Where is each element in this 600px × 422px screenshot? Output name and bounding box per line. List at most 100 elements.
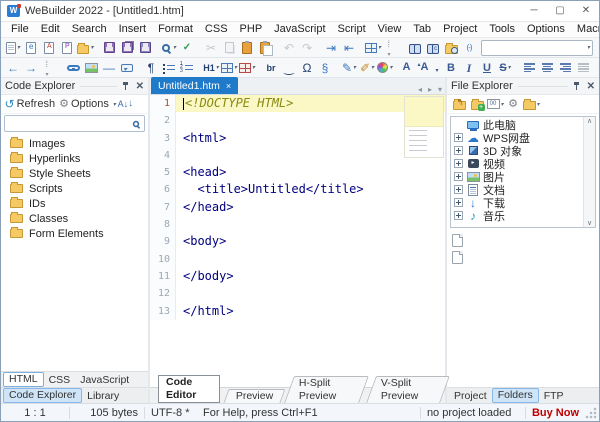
expand-icon[interactable] xyxy=(454,159,463,168)
tab-javascript[interactable]: JavaScript xyxy=(75,373,134,387)
minimize-button[interactable]: ─ xyxy=(521,1,547,21)
save-as-button[interactable] xyxy=(137,39,154,57)
outdent-button[interactable]: ⇤ xyxy=(341,39,358,57)
underline-button[interactable]: U xyxy=(479,59,496,77)
resize-grip[interactable] xyxy=(585,407,597,419)
tree-item[interactable]: 文档 xyxy=(451,183,583,196)
tree-scrollbar[interactable]: ∧ ∨ xyxy=(583,117,595,227)
tab-scroll-left-icon[interactable]: ◂ xyxy=(415,85,425,94)
expand-icon[interactable] xyxy=(454,172,463,181)
toolbar-overflow-1-button[interactable] xyxy=(383,39,400,57)
menu-item-tools[interactable]: Tools xyxy=(483,22,521,37)
document-tab[interactable]: Untitled1.htm × xyxy=(151,77,238,94)
tab-project[interactable]: Project xyxy=(449,389,492,403)
indent-button[interactable]: ⇥ xyxy=(323,39,340,57)
view-tab-v-split-preview[interactable]: V-Split Preview xyxy=(366,376,450,403)
menu-item-macro[interactable]: Macro xyxy=(571,22,600,37)
menu-item-project[interactable]: Project xyxy=(437,22,483,37)
script-block-button[interactable]: § xyxy=(317,59,334,77)
tab-list-icon[interactable]: ▾ xyxy=(435,85,445,94)
maximize-button[interactable]: ▢ xyxy=(547,1,573,21)
document-map[interactable] xyxy=(404,96,444,158)
menu-item-file[interactable]: File xyxy=(5,22,35,37)
format-painter-button[interactable]: ✐▾ xyxy=(359,59,376,77)
form-button[interactable]: ▾ xyxy=(239,59,256,77)
forward-button[interactable]: → xyxy=(23,59,40,77)
options-button[interactable]: ⚙ Options ▾ xyxy=(59,95,116,113)
align-justify-button[interactable] xyxy=(575,59,592,77)
tree-item[interactable]: 视频 xyxy=(451,157,583,170)
find-button[interactable]: ▾ xyxy=(161,39,178,57)
menu-item-view[interactable]: View xyxy=(372,22,408,37)
image-button[interactable] xyxy=(83,59,100,77)
tab-folders[interactable]: Folders xyxy=(492,388,539,403)
horizontal-rule-button[interactable]: — xyxy=(101,59,118,77)
code-explorer-search-input[interactable] xyxy=(5,117,132,130)
menu-item-script[interactable]: Script xyxy=(332,22,372,37)
bold-button[interactable]: B xyxy=(443,59,460,77)
tab-code-explorer[interactable]: Code Explorer xyxy=(3,388,82,403)
paste-special-button[interactable] xyxy=(239,39,256,57)
tree-item[interactable]: ♪音乐 xyxy=(451,209,583,222)
undo-button[interactable]: ↶ xyxy=(281,39,298,57)
new-style-sheet-button[interactable] xyxy=(41,39,58,57)
unordered-list-button[interactable] xyxy=(161,59,178,77)
code-explorer-folder-images[interactable]: Images xyxy=(1,136,148,151)
favorite-folders-button[interactable]: ▾ xyxy=(523,95,540,113)
file-list-item[interactable] xyxy=(450,232,596,249)
heading-button[interactable]: H1▾ xyxy=(203,59,220,77)
code-explorer-folder-hyperlinks[interactable]: Hyperlinks xyxy=(1,151,148,166)
comment-button[interactable] xyxy=(119,59,136,77)
increase-font-button[interactable] xyxy=(401,59,418,77)
quick-search-input[interactable] xyxy=(482,42,586,54)
redo-button[interactable]: ↷ xyxy=(299,39,316,57)
menu-item-javascript[interactable]: JavaScript xyxy=(268,22,331,37)
tab-scroll-right-icon[interactable]: ▸ xyxy=(425,85,435,94)
paragraph-button[interactable]: ¶ xyxy=(143,59,160,77)
non-breaking-space-button[interactable]: ‿ xyxy=(281,59,298,77)
style-editor-button[interactable]: ✎▾ xyxy=(341,59,358,77)
file-list-item[interactable] xyxy=(450,249,596,266)
view-tab-code-editor[interactable]: Code Editor xyxy=(158,375,220,403)
align-left-button[interactable] xyxy=(521,59,538,77)
expand-icon[interactable] xyxy=(454,146,463,155)
menu-item-php[interactable]: PHP xyxy=(234,22,269,37)
paste-button[interactable] xyxy=(257,39,274,57)
expand-icon[interactable] xyxy=(454,198,463,207)
back-button[interactable]: ← xyxy=(5,59,22,77)
align-right-button[interactable] xyxy=(557,59,574,77)
code-explorer-folder-classes[interactable]: Classes xyxy=(1,211,148,226)
strikethrough-button[interactable]: S▾ xyxy=(497,59,514,77)
hyperlink-button[interactable] xyxy=(65,59,82,77)
save-button[interactable] xyxy=(101,39,118,57)
find-in-folder-button[interactable] xyxy=(443,39,460,57)
code-explorer-folder-ids[interactable]: IDs xyxy=(1,196,148,211)
view-tab-h-split-preview[interactable]: H-Split Preview xyxy=(284,376,369,403)
sort-button[interactable]: A↓ ↓ xyxy=(117,95,134,113)
menu-item-tab[interactable]: Tab xyxy=(407,22,437,37)
refresh-button[interactable]: ↺ Refresh xyxy=(5,95,59,113)
new-document-button[interactable]: ▾ xyxy=(5,39,22,57)
new-web-page-button[interactable] xyxy=(23,39,40,57)
tab-html[interactable]: HTML xyxy=(3,372,44,387)
tab-close-icon[interactable]: × xyxy=(226,81,231,91)
explorer-settings-button[interactable]: ⚙ xyxy=(505,95,522,113)
file-explorer-close-icon[interactable]: ✕ xyxy=(587,81,595,92)
close-button[interactable]: ✕ xyxy=(573,1,599,21)
buy-now-link[interactable]: Buy Now xyxy=(526,407,585,419)
special-character-button[interactable]: Ω xyxy=(299,59,316,77)
chevron-down-icon[interactable]: ▾ xyxy=(587,44,590,51)
toggle-panels-button[interactable]: ▾ xyxy=(365,39,382,57)
menu-item-edit[interactable]: Edit xyxy=(35,22,66,37)
table-button[interactable]: ▾ xyxy=(221,59,238,77)
menu-item-insert[interactable]: Insert xyxy=(113,22,153,37)
code-explorer-folder-scripts[interactable]: Scripts xyxy=(1,181,148,196)
tree-item[interactable]: 图片 xyxy=(451,170,583,183)
find-next-button[interactable] xyxy=(597,39,600,57)
tree-item[interactable]: 3D 对象 xyxy=(451,144,583,157)
code-explorer-folder-form-elements[interactable]: Form Elements xyxy=(1,226,148,241)
menu-item-search[interactable]: Search xyxy=(66,22,113,37)
italic-button[interactable]: I xyxy=(461,59,478,77)
menu-item-options[interactable]: Options xyxy=(521,22,571,37)
decrease-font-button[interactable] xyxy=(419,59,436,77)
